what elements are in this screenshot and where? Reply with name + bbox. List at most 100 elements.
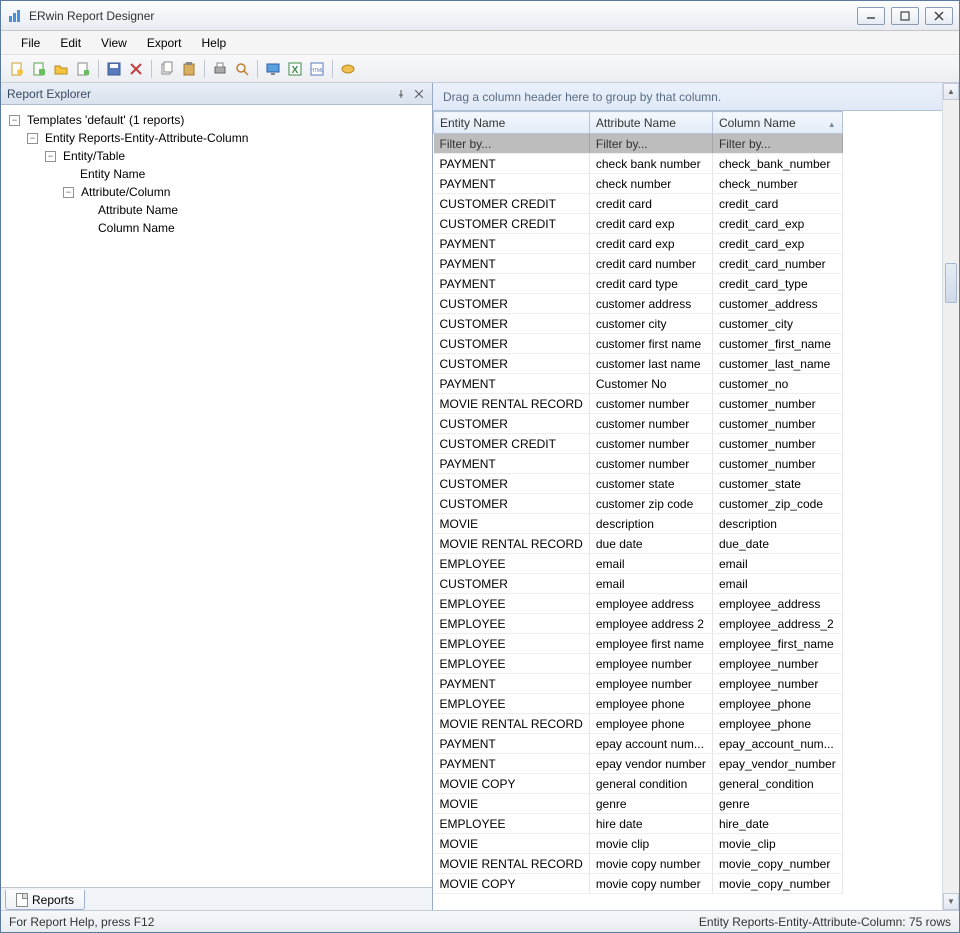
table-cell: employee number (589, 654, 712, 674)
copy-icon[interactable] (157, 59, 177, 79)
table-cell: check_bank_number (712, 154, 842, 174)
table-cell: MOVIE (434, 794, 590, 814)
table-cell: PAYMENT (434, 454, 590, 474)
table-cell: customer_no (712, 374, 842, 394)
table-row[interactable]: CUSTOMERcustomer statecustomer_state (434, 474, 843, 494)
table-cell: PAYMENT (434, 254, 590, 274)
table-cell: customer address (589, 294, 712, 314)
table-row[interactable]: PAYMENTcheck numbercheck_number (434, 174, 843, 194)
tree-root[interactable]: Templates 'default' (1 reports) (24, 112, 187, 128)
menu-view[interactable]: View (91, 33, 137, 53)
table-row[interactable]: EMPLOYEEemployee numberemployee_number (434, 654, 843, 674)
scroll-up-icon[interactable]: ▲ (943, 83, 959, 100)
table-row[interactable]: CUSTOMER CREDITcredit card expcredit_car… (434, 214, 843, 234)
filter-cell[interactable]: Filter by... (589, 134, 712, 154)
table-row[interactable]: PAYMENTCustomer Nocustomer_no (434, 374, 843, 394)
table-row[interactable]: MOVIEgenregenre (434, 794, 843, 814)
table-cell: employee_address (712, 594, 842, 614)
print-icon[interactable] (210, 59, 230, 79)
tree-collapse-icon[interactable]: − (9, 115, 20, 126)
table-row[interactable]: MOVIE RENTAL RECORDemployee phoneemploye… (434, 714, 843, 734)
col-column-name[interactable]: Column Name (712, 112, 842, 134)
close-panel-icon[interactable] (412, 87, 426, 101)
table-cell: MOVIE RENTAL RECORD (434, 714, 590, 734)
menu-file[interactable]: File (11, 33, 50, 53)
open-icon[interactable] (51, 59, 71, 79)
tree-collapse-icon[interactable]: − (27, 133, 38, 144)
table-row[interactable]: MOVIE RENTAL RECORDmovie copy numbermovi… (434, 854, 843, 874)
tab-reports[interactable]: Reports (5, 890, 85, 910)
table-row[interactable]: CUSTOMER CREDITcustomer numbercustomer_n… (434, 434, 843, 454)
menu-edit[interactable]: Edit (50, 33, 91, 53)
results-grid[interactable]: Entity Name Attribute Name Column Name F… (433, 111, 942, 910)
html-icon[interactable]: HTML (307, 59, 327, 79)
table-cell: epay account num... (589, 734, 712, 754)
group-by-hint[interactable]: Drag a column header here to group by th… (433, 83, 942, 111)
report-tree[interactable]: − Templates 'default' (1 reports) − Enti… (1, 105, 432, 888)
table-row[interactable]: EMPLOYEEemployee phoneemployee_phone (434, 694, 843, 714)
monitor-icon[interactable] (263, 59, 283, 79)
pin-icon[interactable] (394, 87, 408, 101)
table-cell: MOVIE RENTAL RECORD (434, 394, 590, 414)
table-row[interactable]: EMPLOYEEhire datehire_date (434, 814, 843, 834)
table-row[interactable]: MOVIEmovie clipmovie_clip (434, 834, 843, 854)
maximize-button[interactable] (891, 7, 919, 25)
tree-leaf-col-name[interactable]: Column Name (95, 220, 178, 236)
help-icon[interactable] (338, 59, 358, 79)
vscrollbar[interactable]: ▲ ▼ (942, 83, 959, 910)
table-row[interactable]: MOVIE RENTAL RECORDdue datedue_date (434, 534, 843, 554)
table-row[interactable]: MOVIEdescriptiondescription (434, 514, 843, 534)
table-row[interactable]: CUSTOMERcustomer last namecustomer_last_… (434, 354, 843, 374)
tree-node-attr-col[interactable]: Attribute/Column (78, 184, 173, 200)
tree-leaf-attr-name[interactable]: Attribute Name (95, 202, 181, 218)
menu-export[interactable]: Export (137, 33, 192, 53)
table-row[interactable]: CUSTOMERcustomer addresscustomer_address (434, 294, 843, 314)
new-report-icon[interactable] (7, 59, 27, 79)
save-icon[interactable] (73, 59, 93, 79)
tree-collapse-icon[interactable]: − (63, 187, 74, 198)
table-row[interactable]: CUSTOMERemailemail (434, 574, 843, 594)
table-row[interactable]: MOVIE COPYgeneral conditiongeneral_condi… (434, 774, 843, 794)
titlebar[interactable]: ERwin Report Designer (1, 1, 959, 31)
excel-icon[interactable]: X (285, 59, 305, 79)
minimize-button[interactable] (857, 7, 885, 25)
table-row[interactable]: PAYMENTcredit card typecredit_card_type (434, 274, 843, 294)
new-template-icon[interactable] (29, 59, 49, 79)
col-entity-name[interactable]: Entity Name (434, 112, 590, 134)
table-cell: CUSTOMER (434, 314, 590, 334)
delete-icon[interactable] (126, 59, 146, 79)
table-row[interactable]: CUSTOMERcustomer first namecustomer_firs… (434, 334, 843, 354)
table-row[interactable]: PAYMENTcredit card expcredit_card_exp (434, 234, 843, 254)
table-row[interactable]: PAYMENTcredit card numbercredit_card_num… (434, 254, 843, 274)
tree-collapse-icon[interactable]: − (45, 151, 56, 162)
table-row[interactable]: PAYMENTepay account num...epay_account_n… (434, 734, 843, 754)
table-row[interactable]: PAYMENTemployee numberemployee_number (434, 674, 843, 694)
menu-help[interactable]: Help (192, 33, 237, 53)
table-row[interactable]: PAYMENTcheck bank numbercheck_bank_numbe… (434, 154, 843, 174)
paste-icon[interactable] (179, 59, 199, 79)
table-row[interactable]: MOVIE RENTAL RECORDcustomer numbercustom… (434, 394, 843, 414)
tree-node-entity-table[interactable]: Entity/Table (60, 148, 128, 164)
filter-cell[interactable]: Filter by... (712, 134, 842, 154)
tree-leaf-entity-name[interactable]: Entity Name (77, 166, 148, 182)
table-row[interactable]: EMPLOYEEemployee first nameemployee_firs… (434, 634, 843, 654)
table-row[interactable]: EMPLOYEEemployee addressemployee_address (434, 594, 843, 614)
table-cell: customer_city (712, 314, 842, 334)
filter-cell[interactable]: Filter by... (434, 134, 590, 154)
save2-icon[interactable] (104, 59, 124, 79)
table-row[interactable]: PAYMENTepay vendor numberepay_vendor_num… (434, 754, 843, 774)
table-row[interactable]: EMPLOYEEemailemail (434, 554, 843, 574)
tree-node-entity-reports[interactable]: Entity Reports-Entity-Attribute-Column (42, 130, 251, 146)
table-row[interactable]: PAYMENTcustomer numbercustomer_number (434, 454, 843, 474)
table-row[interactable]: EMPLOYEEemployee address 2employee_addre… (434, 614, 843, 634)
table-row[interactable]: CUSTOMERcustomer numbercustomer_number (434, 414, 843, 434)
close-button[interactable] (925, 7, 953, 25)
table-row[interactable]: CUSTOMER CREDITcredit cardcredit_card (434, 194, 843, 214)
table-row[interactable]: CUSTOMERcustomer zip codecustomer_zip_co… (434, 494, 843, 514)
preview-icon[interactable] (232, 59, 252, 79)
col-attribute-name[interactable]: Attribute Name (589, 112, 712, 134)
table-row[interactable]: CUSTOMERcustomer citycustomer_city (434, 314, 843, 334)
table-row[interactable]: MOVIE COPYmovie copy numbermovie_copy_nu… (434, 874, 843, 894)
scroll-down-icon[interactable]: ▼ (943, 893, 959, 910)
scroll-thumb[interactable] (945, 263, 957, 303)
